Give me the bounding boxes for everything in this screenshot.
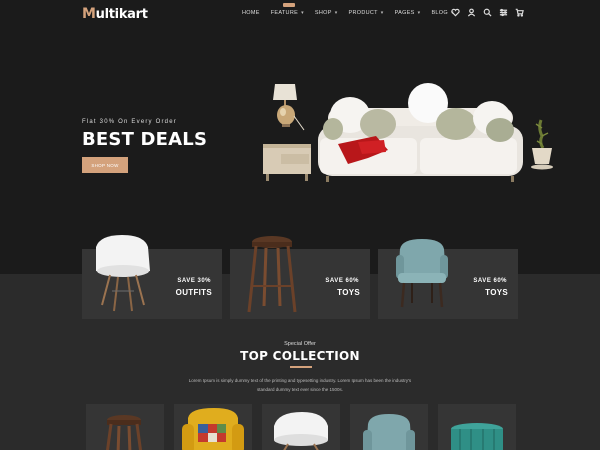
collection-subtitle: Special Offer — [284, 341, 316, 347]
wooden-stool-image — [247, 236, 297, 313]
category-card-toys-2[interactable]: SAVE 60% TOYS — [378, 239, 518, 319]
nav-label: FEATURE — [270, 10, 299, 16]
nav-item-product[interactable]: PRODUCT ▾ — [349, 10, 384, 16]
nav-label: HOME — [242, 10, 260, 16]
site-header: Multikart HOME FEATURE ▾ SHOP ▾ PRODUCT ▾ P… — [0, 0, 600, 30]
collection-title: TOP COLLECTION — [240, 349, 360, 363]
main-nav: HOME FEATURE ▾ SHOP ▾ PRODUCT ▾ PAGES ▾ BLOG… — [242, 10, 465, 16]
shop-now-button[interactable]: SHOP NOW — [82, 157, 128, 173]
product-image — [451, 423, 503, 450]
cart-icon[interactable] — [515, 8, 524, 17]
white-chair-image — [96, 235, 150, 312]
product-image — [274, 412, 328, 450]
chevron-down-icon: ▾ — [334, 10, 338, 16]
card-title: TOYS — [485, 288, 508, 297]
product-card-teal-chair[interactable] — [350, 404, 428, 450]
header-icons — [451, 8, 524, 17]
product-card-armchair[interactable] — [174, 404, 252, 450]
product-image — [182, 408, 244, 450]
chevron-down-icon: ▾ — [301, 10, 304, 16]
nav-item-feature[interactable]: FEATURE ▾ — [271, 10, 304, 16]
user-icon[interactable] — [467, 8, 476, 17]
card-save-text: SAVE 60% — [325, 278, 359, 284]
product-card-stool[interactable] — [86, 404, 164, 450]
nav-label: SHOP — [314, 10, 332, 16]
product-image — [106, 415, 142, 450]
category-card-outfits[interactable]: SAVE 30% OUTFITS — [82, 235, 222, 319]
card-save-text: SAVE 60% — [473, 278, 507, 284]
title-underline — [290, 366, 312, 368]
card-save-text: SAVE 30% — [177, 278, 211, 284]
new-badge — [283, 3, 295, 7]
nav-label: PRODUCT — [348, 10, 378, 16]
card-title: OUTFITS — [175, 288, 212, 297]
category-card-toys[interactable]: SAVE 60% TOYS — [230, 236, 370, 319]
search-icon[interactable] — [483, 8, 492, 17]
teal-armchair-image — [396, 239, 448, 308]
nav-item-shop[interactable]: SHOP ▾ — [315, 10, 338, 16]
collection-description: Lorem Ipsum is simply dummy text of the … — [188, 378, 412, 392]
product-image — [363, 414, 415, 450]
card-title: TOYS — [337, 288, 360, 297]
logo-initial: M — [82, 6, 96, 22]
hero-title: BEST DEALS — [82, 129, 208, 150]
site-logo[interactable]: Multikart — [82, 6, 148, 22]
category-cards: SAVE 30% OUTFITS SAVE 60% TOYS SAVE 60% … — [82, 235, 518, 319]
product-grid — [86, 404, 516, 450]
product-card-white-chair[interactable] — [262, 404, 340, 450]
product-card-ottoman[interactable] — [438, 404, 516, 450]
chevron-down-icon: ▾ — [380, 10, 384, 16]
nav-item-home[interactable]: HOME — [242, 10, 260, 16]
hero-subtitle: Flat 30% On Every Order — [82, 119, 177, 125]
heart-icon[interactable] — [451, 8, 460, 17]
nav-label: BLOG — [431, 10, 448, 16]
chevron-down-icon: ▾ — [417, 10, 421, 16]
nav-label: PAGES — [394, 10, 415, 16]
nav-item-pages[interactable]: PAGES ▾ — [395, 10, 421, 16]
hero-furniture-image — [263, 83, 553, 182]
logo-text: ultikart — [95, 7, 148, 22]
settings-icon[interactable] — [499, 8, 508, 17]
